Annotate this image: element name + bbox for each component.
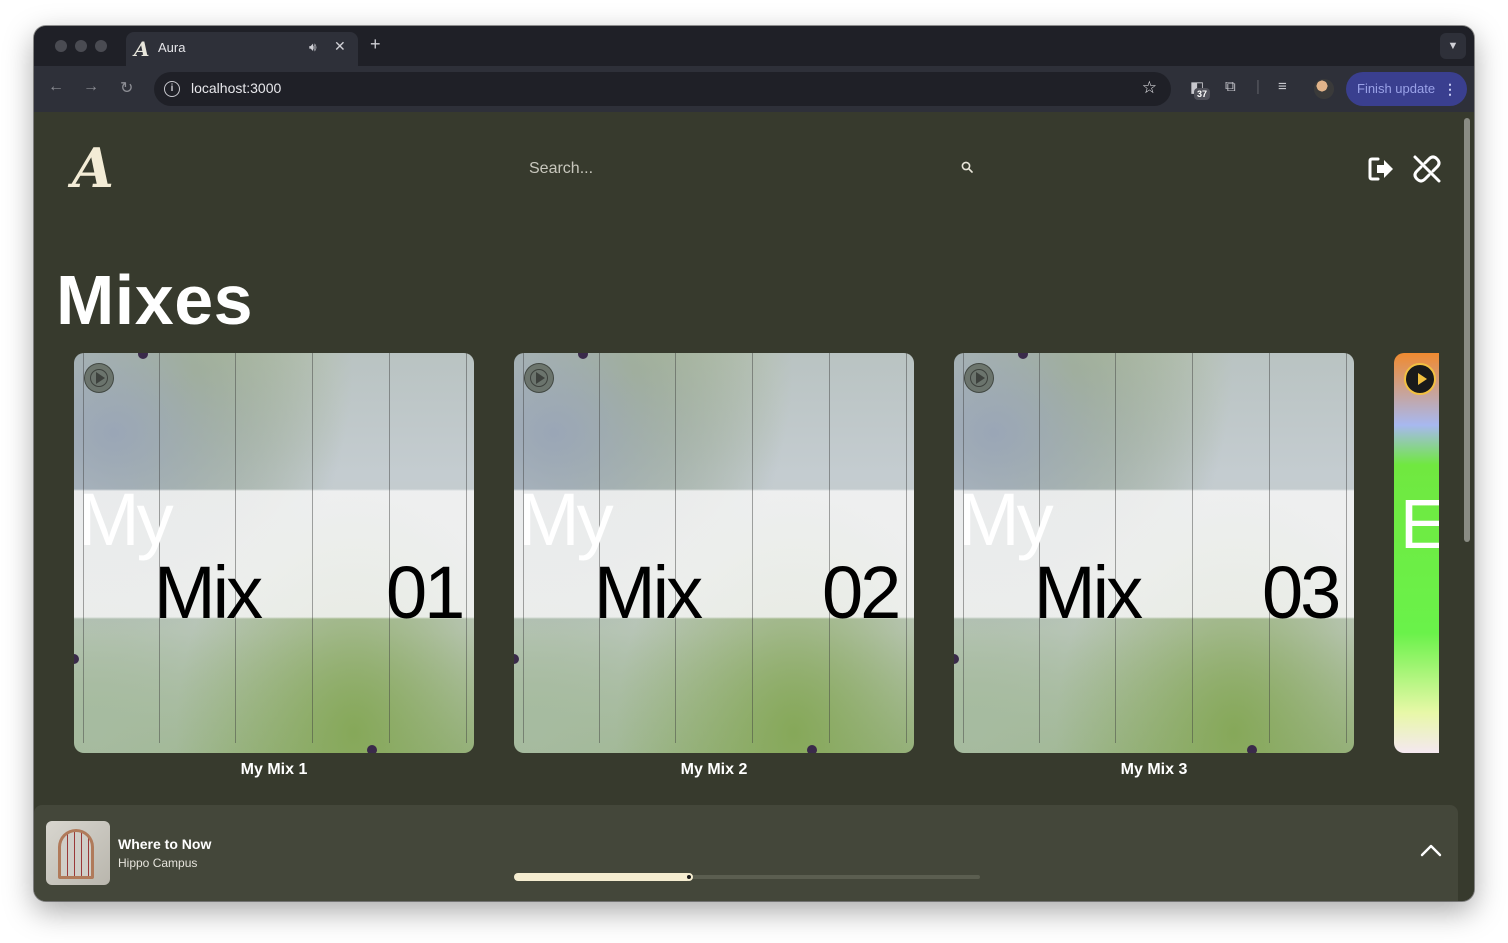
cover-line bbox=[1269, 353, 1270, 743]
cover-dot bbox=[954, 654, 959, 664]
play-triangle bbox=[536, 372, 545, 384]
tab-title: Aura bbox=[158, 40, 186, 55]
cover-dot bbox=[367, 745, 377, 753]
address-url[interactable]: localhost:3000 bbox=[191, 80, 281, 96]
browser-window: A Aura 🔊︎ ✕ + ▼ ← → ↻ i localhost:3000 ☆… bbox=[34, 26, 1474, 901]
album-art-door bbox=[58, 829, 94, 879]
cover-dot bbox=[807, 745, 817, 753]
site-info-icon[interactable]: i bbox=[164, 81, 180, 97]
reload-icon[interactable]: ↻ bbox=[120, 78, 133, 98]
aura-logo[interactable]: A bbox=[72, 136, 114, 200]
new-tab-plus-icon[interactable]: + bbox=[370, 34, 381, 55]
mix-cover-art[interactable]: My Mix 02 bbox=[514, 353, 914, 753]
cover-word-mix: Mix bbox=[1034, 551, 1143, 634]
extension-badge-count: 37 bbox=[1194, 88, 1211, 100]
mix-title[interactable]: My Mix 1 bbox=[74, 761, 474, 779]
cover-line bbox=[466, 353, 467, 743]
cover-dot bbox=[138, 353, 148, 359]
profile-avatar[interactable] bbox=[1314, 79, 1334, 99]
page-title: Mixes bbox=[56, 261, 254, 339]
aura-favicon-icon: A bbox=[134, 37, 150, 61]
cover-letter: E bbox=[1400, 485, 1439, 563]
mix-card[interactable]: My Mix 02 My Mix 2 bbox=[514, 353, 914, 779]
browser-tab-active[interactable]: A Aura 🔊︎ ✕ bbox=[126, 32, 358, 66]
track-title[interactable]: Where to Now bbox=[118, 836, 211, 852]
mix-card-partial[interactable]: E bbox=[1394, 353, 1439, 753]
page-scrollbar[interactable] bbox=[1464, 118, 1470, 542]
track-artist[interactable]: Hippo Campus bbox=[118, 856, 197, 870]
play-icon[interactable] bbox=[524, 363, 554, 393]
play-icon[interactable] bbox=[964, 363, 994, 393]
cover-line bbox=[235, 353, 236, 743]
mix-cover-art[interactable]: My Mix 03 bbox=[954, 353, 1354, 753]
album-art[interactable] bbox=[46, 821, 110, 885]
mix-card[interactable]: My Mix 03 My Mix 3 bbox=[954, 353, 1354, 779]
cover-word-my: My bbox=[518, 478, 614, 561]
mix-title[interactable]: My Mix 3 bbox=[954, 761, 1354, 779]
play-icon[interactable] bbox=[1404, 363, 1436, 395]
play-icon[interactable] bbox=[84, 363, 114, 393]
finish-update-label: Finish update bbox=[1357, 81, 1436, 96]
cover-line bbox=[1346, 353, 1347, 743]
bookmark-star-icon[interactable]: ☆ bbox=[1142, 78, 1157, 98]
window-minimize-button[interactable] bbox=[75, 40, 87, 52]
cover-word-number: 03 bbox=[1262, 551, 1341, 634]
play-triangle bbox=[976, 372, 985, 384]
tab-search-chevron-down-icon[interactable]: ▼ bbox=[1440, 33, 1466, 59]
window-close-button[interactable] bbox=[55, 40, 67, 52]
cover-dot bbox=[1247, 745, 1257, 753]
back-arrow-icon[interactable]: ← bbox=[48, 78, 64, 96]
media-controls-icon[interactable]: ≡ bbox=[1278, 78, 1287, 95]
window-maximize-button[interactable] bbox=[95, 40, 107, 52]
more-vertical-icon[interactable]: ⋮ bbox=[1443, 72, 1457, 106]
chevron-up-icon[interactable] bbox=[1420, 843, 1442, 857]
cover-word-my: My bbox=[78, 478, 174, 561]
unlink-icon[interactable] bbox=[1412, 154, 1442, 184]
app-page: A Mixes M bbox=[34, 112, 1474, 901]
cover-line bbox=[906, 353, 907, 743]
forward-arrow-icon[interactable]: → bbox=[83, 78, 99, 96]
speaker-icon[interactable]: 🔊︎ bbox=[309, 40, 317, 55]
tab-close-icon[interactable]: ✕ bbox=[334, 38, 346, 55]
cover-line bbox=[752, 353, 753, 743]
search-bar bbox=[514, 148, 974, 190]
toolbar-divider: | bbox=[1256, 78, 1260, 95]
mix-cover-art[interactable]: My Mix 01 bbox=[74, 353, 474, 753]
progress-fill bbox=[514, 873, 692, 881]
cover-line bbox=[829, 353, 830, 743]
now-playing-bar: Where to Now Hippo Campus bbox=[34, 805, 1458, 901]
cover-line bbox=[675, 353, 676, 743]
cover-word-mix: Mix bbox=[594, 551, 703, 634]
cover-line bbox=[1192, 353, 1193, 743]
cover-dot bbox=[1018, 353, 1028, 359]
search-input[interactable] bbox=[514, 148, 974, 190]
browser-tab-bar: A Aura 🔊︎ ✕ + ▼ bbox=[34, 26, 1474, 66]
address-bar[interactable]: i localhost:3000 ☆ bbox=[154, 72, 1171, 106]
progress-thumb[interactable] bbox=[685, 873, 694, 881]
browser-toolbar: ← → ↻ i localhost:3000 ☆ ◧ 37 ⧉ | ≡ Fini… bbox=[34, 66, 1474, 112]
cover-word-mix: Mix bbox=[154, 551, 263, 634]
cover-dot bbox=[514, 654, 519, 664]
cover-word-number: 02 bbox=[822, 551, 901, 634]
mix-title[interactable]: My Mix 2 bbox=[514, 761, 914, 779]
play-triangle bbox=[1418, 373, 1427, 385]
cover-word-number: 01 bbox=[386, 551, 465, 634]
mix-card[interactable]: My Mix 01 My Mix 1 bbox=[74, 353, 474, 779]
cover-line bbox=[312, 353, 313, 743]
search-icon[interactable] bbox=[961, 161, 973, 173]
finish-update-button[interactable]: Finish update ⋮ bbox=[1346, 72, 1467, 106]
cover-word-my: My bbox=[958, 478, 1054, 561]
cover-line bbox=[389, 353, 390, 743]
cover-line bbox=[1115, 353, 1116, 743]
progress-slider[interactable] bbox=[514, 873, 980, 881]
logout-icon[interactable] bbox=[1367, 156, 1395, 182]
play-triangle bbox=[96, 372, 105, 384]
extensions-puzzle-icon[interactable]: ⧉ bbox=[1225, 78, 1236, 95]
cover-dot bbox=[74, 654, 79, 664]
cover-dot bbox=[578, 353, 588, 359]
